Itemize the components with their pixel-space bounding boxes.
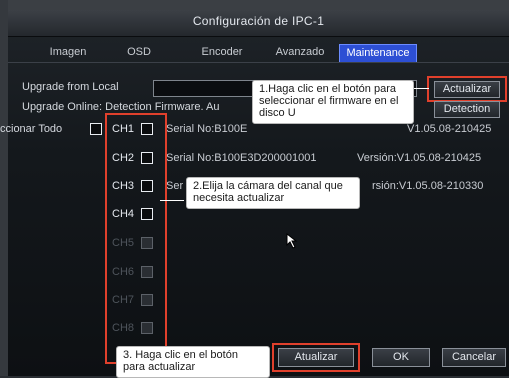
ch1-version: V1.05.08-210425	[407, 123, 492, 135]
tab-divider	[8, 62, 509, 63]
callout-two-pointer	[160, 200, 184, 201]
screen-left-strip	[0, 0, 8, 376]
select-all-checkbox[interactable]	[90, 123, 102, 135]
detection-button[interactable]: Detection	[434, 101, 500, 118]
highlight-box-browse	[427, 76, 507, 102]
upgrade-local-label: Upgrade from Local	[22, 81, 119, 93]
screen-top-strip	[0, 0, 509, 10]
callout-one-pointer	[413, 88, 429, 89]
highlight-box-update	[272, 343, 360, 372]
ch1-serial: Serial No:B100E	[166, 123, 248, 135]
tab-imagen[interactable]: Imagen	[36, 44, 100, 61]
dialog-title: Configuración de IPC-1	[192, 14, 325, 28]
pointer-arrow-icon	[286, 232, 302, 249]
ch2-serial: Serial No:B100E3D200001001	[166, 152, 317, 164]
select-all-label: ccionar Todo	[0, 123, 63, 135]
tab-avanzado[interactable]: Avanzado	[268, 44, 332, 61]
tab-encoder[interactable]: Encoder	[194, 44, 250, 61]
ok-button[interactable]: OK	[372, 348, 430, 367]
callout-step-one: 1.Haga clic en el botón para seleccionar…	[252, 80, 414, 124]
cancel-button[interactable]: Cancelar	[442, 348, 506, 367]
callout-step-two: 2.Elija la cámara del canal que necesita…	[186, 177, 360, 209]
tab-maintenance[interactable]: Maintenance	[339, 44, 417, 63]
tab-osd[interactable]: OSD	[116, 44, 162, 61]
callout-step-three: 3. Haga clic en el botón para actualizar	[116, 346, 270, 378]
upgrade-online-label: Upgrade Online: Detection Firmware. Au	[22, 101, 220, 113]
highlight-box-channels	[105, 113, 167, 364]
ch3-version: rsión:V1.05.08-210330	[372, 180, 484, 192]
ch3-serial: Ser	[166, 180, 184, 192]
tab-bar: Imagen OSD Encoder Avanzado Maintenance	[8, 44, 509, 63]
ch2-version: Versión:V1.05.08-210425	[357, 152, 482, 164]
